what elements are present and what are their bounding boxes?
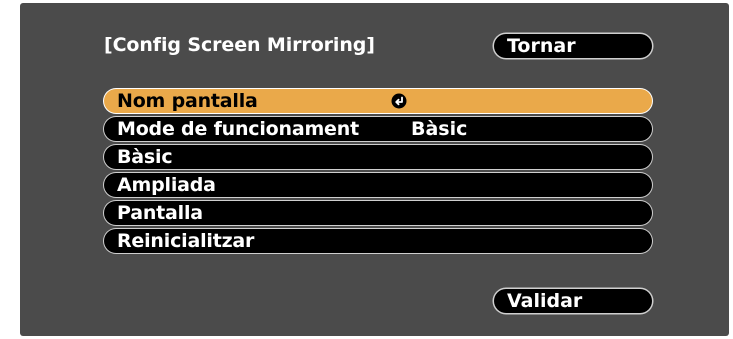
menu-item-pantalla[interactable]: Pantalla: [104, 201, 652, 225]
menu-item-label: Bàsic: [117, 146, 173, 168]
menu-item-label: Nom pantalla: [117, 90, 258, 112]
back-button[interactable]: Tornar: [494, 34, 652, 58]
menu-item-label: Mode de funcionament: [117, 118, 359, 140]
menu-item-nom-pantalla[interactable]: Nom pantalla: [104, 89, 652, 113]
menu-item-label: Pantalla: [117, 202, 203, 224]
menu-item-reinicialitzar[interactable]: Reinicialitzar: [104, 229, 652, 253]
menu-item-label: Reinicialitzar: [117, 230, 255, 252]
dialog-title: [Config Screen Mirroring]: [104, 34, 375, 56]
menu-item-basic[interactable]: Bàsic: [104, 145, 652, 169]
menu-item-value: Bàsic: [411, 118, 468, 140]
menu-item-label: Ampliada: [117, 174, 216, 196]
validate-button[interactable]: Validar: [494, 289, 652, 313]
enter-icon: [391, 93, 407, 109]
menu-item-mode-de-funcionament[interactable]: Mode de funcionament Bàsic: [104, 117, 652, 141]
settings-menu-list: Nom pantalla Mode de funcionament Bàsic …: [104, 89, 652, 257]
menu-item-ampliada[interactable]: Ampliada: [104, 173, 652, 197]
